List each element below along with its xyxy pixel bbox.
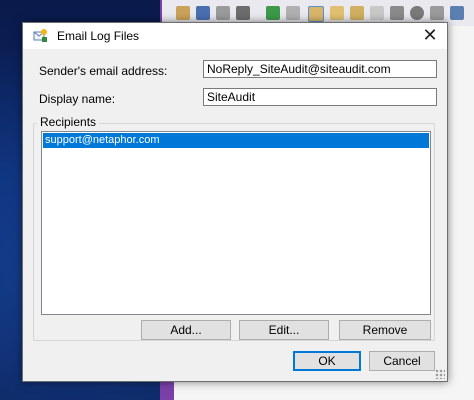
toolbar-icon[interactable] <box>410 6 424 20</box>
display-name-field[interactable]: SiteAudit <box>203 88 437 106</box>
email-log-icon <box>33 29 47 42</box>
toolbar-icon[interactable] <box>350 6 364 20</box>
close-button[interactable]: ✕ <box>413 23 447 49</box>
list-item[interactable]: support@netaphor.com <box>43 133 429 148</box>
cancel-button[interactable]: Cancel <box>369 351 435 371</box>
toolbar-icon[interactable] <box>330 6 344 20</box>
add-button[interactable]: Add... <box>141 320 231 340</box>
dialog-titlebar[interactable]: Email Log Files ✕ <box>23 23 447 49</box>
email-log-files-dialog: Email Log Files ✕ Sender's email address… <box>22 22 448 382</box>
remove-button[interactable]: Remove <box>339 320 431 340</box>
dialog-title: Email Log Files <box>57 29 140 43</box>
toolbar-icon[interactable] <box>176 6 190 20</box>
ok-button[interactable]: OK <box>293 351 361 371</box>
toolbar-icon[interactable] <box>196 6 210 20</box>
edit-button[interactable]: Edit... <box>239 320 329 340</box>
toolbar-icon[interactable] <box>236 6 250 20</box>
toolbar-icon[interactable] <box>370 6 384 20</box>
toolbar-icon[interactable] <box>450 6 464 20</box>
sender-email-field[interactable]: NoReply_SiteAudit@siteaudit.com <box>203 60 437 78</box>
toolbar-icon[interactable] <box>308 6 324 22</box>
toolbar-icon[interactable] <box>216 6 230 20</box>
close-icon: ✕ <box>422 25 438 46</box>
toolbar-icon[interactable] <box>266 6 280 20</box>
resize-grip[interactable] <box>435 369 445 379</box>
recipients-label: Recipients <box>37 115 100 129</box>
toolbar-icon[interactable] <box>430 6 444 20</box>
display-name-label: Display name: <box>39 92 116 106</box>
toolbar-icon[interactable] <box>390 6 404 20</box>
sender-email-label: Sender's email address: <box>39 64 168 78</box>
toolbar-icon[interactable] <box>286 6 300 20</box>
recipients-list[interactable]: support@netaphor.com <box>41 131 431 315</box>
